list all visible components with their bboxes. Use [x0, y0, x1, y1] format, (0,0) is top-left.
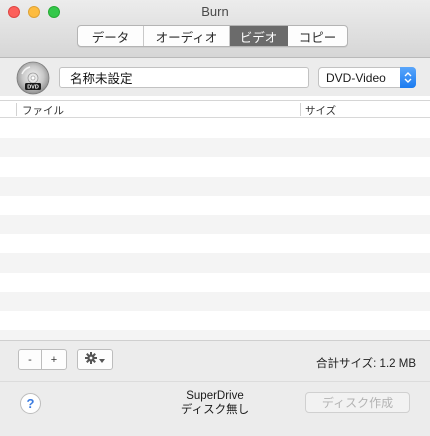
empty-row [0, 253, 430, 273]
total-size-label: 合計サイズ: 1.2 MB [316, 358, 416, 370]
column-divider [300, 103, 301, 116]
tab-audio[interactable]: オーディオ [144, 26, 230, 46]
project-bar: DVD DVD-Video [0, 58, 430, 96]
action-menu-button[interactable] [77, 349, 113, 370]
column-header-file[interactable]: ファイル [22, 103, 64, 118]
empty-row [0, 214, 430, 235]
table-rows [0, 119, 430, 340]
divider [0, 381, 430, 382]
format-select[interactable]: DVD-Video [318, 67, 416, 88]
drive-name: SuperDrive [186, 390, 244, 402]
empty-row [0, 330, 430, 340]
column-header-size[interactable]: サイズ [305, 103, 336, 118]
gear-icon [85, 352, 97, 367]
footer: - + 合計サイズ: 1.2 MB ? SuperDrive ディスク無し ディ… [0, 340, 430, 436]
chevron-down-icon [99, 354, 105, 366]
table-header: ファイル サイズ [0, 101, 430, 118]
tab-data[interactable]: データ [78, 26, 144, 46]
mode-tabs: データ オーディオ ビデオ コピー [77, 25, 348, 47]
tab-copy[interactable]: コピー [288, 26, 347, 46]
title-bar: Burn データ オーディオ ビデオ コピー [0, 0, 430, 58]
remove-file-button[interactable]: - [18, 349, 42, 370]
add-file-button[interactable]: + [41, 349, 67, 370]
format-select-value: DVD-Video [326, 70, 386, 85]
file-table[interactable]: ファイル サイズ [0, 100, 430, 340]
svg-text:DVD: DVD [27, 85, 39, 91]
tab-video[interactable]: ビデオ [230, 26, 288, 46]
disc-name-field[interactable] [59, 67, 309, 88]
empty-row [0, 196, 430, 215]
drive-disc-status: ディスク無し [180, 404, 250, 416]
empty-row [0, 138, 430, 158]
help-button[interactable]: ? [20, 393, 41, 414]
burn-disc-button[interactable]: ディスク作成 [305, 392, 410, 413]
empty-row [0, 157, 430, 176]
drive-status: SuperDrive ディスク無し [150, 389, 280, 417]
window-title: Burn [201, 4, 229, 19]
empty-row [0, 176, 430, 196]
select-arrows-icon [400, 67, 416, 88]
empty-row [0, 291, 430, 311]
empty-row [0, 273, 430, 292]
empty-row [0, 234, 430, 253]
empty-row [0, 311, 430, 330]
dvd-disc-icon: DVD [16, 61, 50, 95]
column-divider [16, 103, 17, 116]
empty-row [0, 119, 430, 138]
